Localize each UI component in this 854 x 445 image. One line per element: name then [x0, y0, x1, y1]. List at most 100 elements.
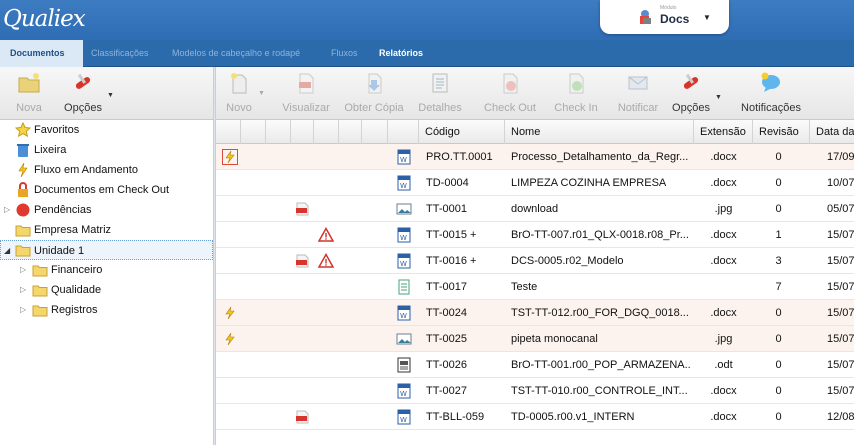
tree-item-qualidade[interactable]: ▷ Qualidade [0, 280, 213, 300]
tree-item-unidade-1[interactable]: ◢ Unidade 1 [0, 240, 213, 260]
tree-item-financeiro[interactable]: ▷ Financeiro [0, 260, 213, 280]
cell-extensao: .docx [710, 255, 737, 267]
tree-item-empresa-matriz[interactable]: Empresa Matriz [0, 220, 213, 240]
col-icon-7[interactable] [362, 120, 388, 144]
word-doc-icon: W [396, 175, 412, 191]
cell-nome: LIMPEZA COZINHA EMPRESA [511, 177, 667, 189]
expand-arrow-icon[interactable]: ▷ [20, 280, 26, 300]
tab-documentos[interactable]: Documentos [0, 40, 83, 67]
cell-extensao: .docx [710, 151, 737, 163]
col-icon-2[interactable] [241, 120, 266, 144]
options-button[interactable]: Opções [671, 71, 711, 117]
col-nome[interactable]: Nome [505, 120, 694, 144]
tab-modelos[interactable]: Modelos de cabeçalho e rodapé [172, 40, 300, 67]
cell-revisao: 0 [775, 151, 782, 163]
table-row[interactable]: TT-0017 Teste 7 15/07 [216, 274, 854, 300]
lightning-icon [225, 306, 235, 320]
module-selector[interactable]: Módulo Docs ▼ [600, 0, 729, 34]
tab-relatorios[interactable]: Relatórios [379, 40, 423, 67]
table-row[interactable]: TT-0025 pipeta monocanal .jpg 0 15/07 [216, 326, 854, 352]
expand-arrow-icon[interactable]: ▷ [20, 260, 26, 280]
col-codigo[interactable]: Código [419, 120, 505, 144]
speech-bubble-icon [761, 72, 780, 92]
obter-copia-button[interactable]: Obter Cópia [343, 71, 405, 117]
swiss-knife-icon [75, 73, 91, 89]
table-row[interactable]: TT-0001 download .jpg 0 05/07 [216, 196, 854, 222]
col-type[interactable] [388, 120, 419, 144]
svg-text:W: W [400, 182, 407, 190]
notificacoes-button[interactable]: Notificações [740, 71, 802, 117]
left-options-caret-icon[interactable]: ▼ [107, 92, 114, 99]
cell-data: 10/07 [827, 177, 854, 189]
table-row[interactable]: W TD-0004 LIMPEZA COZINHA EMPRESA .docx 0 10/… [216, 170, 854, 196]
image-file-icon [396, 331, 412, 347]
col-warn[interactable] [314, 120, 339, 144]
tree-item-documentos-check-out[interactable]: Documentos em Check Out [0, 180, 213, 200]
text-file-icon [396, 279, 412, 295]
lightning-icon [222, 149, 238, 165]
qualiex-logo: Qualiex [3, 6, 86, 32]
cell-extensao: .docx [710, 307, 737, 319]
table-row[interactable]: W TT-0027 TST-TT-010.r00_CONTROLE_INT... .d… [216, 378, 854, 404]
cell-extensao: .docx [710, 411, 737, 423]
cell-codigo: TT-0016 + [426, 255, 477, 267]
table-row[interactable]: W TT-0015 + BrO-TT-007.r01_QLX-0018.r08_Pr… [216, 222, 854, 248]
table-row[interactable]: TT-0026 BrO-TT-001.r00_POP_ARMAZENA... .od… [216, 352, 854, 378]
folder-icon [32, 305, 48, 317]
star-icon [15, 122, 31, 138]
cell-extensao: .docx [710, 177, 737, 189]
col-revisao[interactable]: Revisão [753, 120, 810, 144]
check-out-icon [503, 73, 518, 94]
col-icon-3[interactable] [266, 120, 291, 144]
cell-nome: TST-TT-010.r00_CONTROLE_INT... [511, 385, 688, 397]
tree-item-pendencias[interactable]: ▷ Pendências [0, 200, 213, 220]
lock-icon [18, 182, 28, 197]
table-row[interactable]: W TT-0024 TST-TT-012.r00_FOR_DGQ_0018... .d… [216, 300, 854, 326]
visualizar-button[interactable]: Visualizar [281, 71, 331, 117]
cell-extensao: .odt [714, 359, 733, 371]
table-row[interactable]: W PRO.TT.0001 Processo_Detalhamento_da_Reg… [216, 144, 854, 170]
detalhes-button[interactable]: Detalhes [417, 71, 463, 117]
options-caret-icon[interactable]: ▼ [715, 94, 722, 101]
pdf-icon[interactable] [294, 409, 310, 425]
novo-caret-icon[interactable]: ▼ [258, 90, 265, 97]
cell-nome: Processo_Detalhamento_da_Regr... [511, 151, 689, 163]
cell-nome: download [511, 203, 559, 215]
left-options-button[interactable]: Opções [60, 71, 106, 117]
check-in-button[interactable]: Check In [552, 71, 600, 117]
warning-icon [318, 227, 334, 242]
pdf-icon[interactable] [294, 253, 310, 269]
notificar-button[interactable]: Notificar [615, 71, 661, 117]
tree-item-registros[interactable]: ▷ Registros [0, 300, 213, 320]
tab-fluxos[interactable]: Fluxos [331, 40, 358, 67]
col-flow[interactable] [216, 120, 241, 144]
expand-arrow-icon[interactable]: ▷ [4, 200, 10, 220]
col-icon-6[interactable] [339, 120, 362, 144]
table-row[interactable]: W TT-BLL-059 TD-0005.r00.v1_INTERN .docx 0 12… [216, 404, 854, 430]
tab-classificacoes[interactable]: Classificações [91, 40, 149, 67]
chevron-down-icon: ▼ [703, 13, 711, 22]
collapse-arrow-icon[interactable]: ◢ [4, 241, 10, 261]
trash-icon [17, 144, 29, 157]
tree-item-fluxo-em-andamento[interactable]: Fluxo em Andamento [0, 160, 213, 180]
check-out-button[interactable]: Check Out [483, 71, 537, 117]
tree-item-lixeira[interactable]: Lixeira [0, 140, 213, 160]
nova-button[interactable]: Nova [8, 71, 50, 117]
col-extensao[interactable]: Extensão [694, 120, 753, 144]
toolbar: Nova Opções ▼ Novo ▼ Visualizar Obter Có… [0, 67, 854, 120]
cell-extensao [694, 274, 753, 300]
folder-icon [15, 225, 31, 237]
folder-open-icon [15, 245, 31, 257]
expand-arrow-icon[interactable]: ▷ [20, 300, 26, 320]
cell-revisao: 0 [775, 333, 782, 345]
novo-button[interactable]: Novo [222, 71, 256, 117]
word-doc-icon: W [396, 383, 412, 399]
tree-item-favoritos[interactable]: Favoritos [0, 120, 213, 140]
pdf-icon[interactable] [294, 201, 310, 217]
col-pdf[interactable] [291, 120, 314, 144]
svg-text:W: W [400, 234, 407, 242]
col-data[interactable]: Data da [810, 120, 854, 144]
table-row[interactable]: W TT-0016 + DCS-0005.r02_Modelo .docx 3 15/07 [216, 248, 854, 274]
word-doc-icon: W [396, 409, 412, 425]
cell-data: 15/07 [827, 281, 854, 293]
